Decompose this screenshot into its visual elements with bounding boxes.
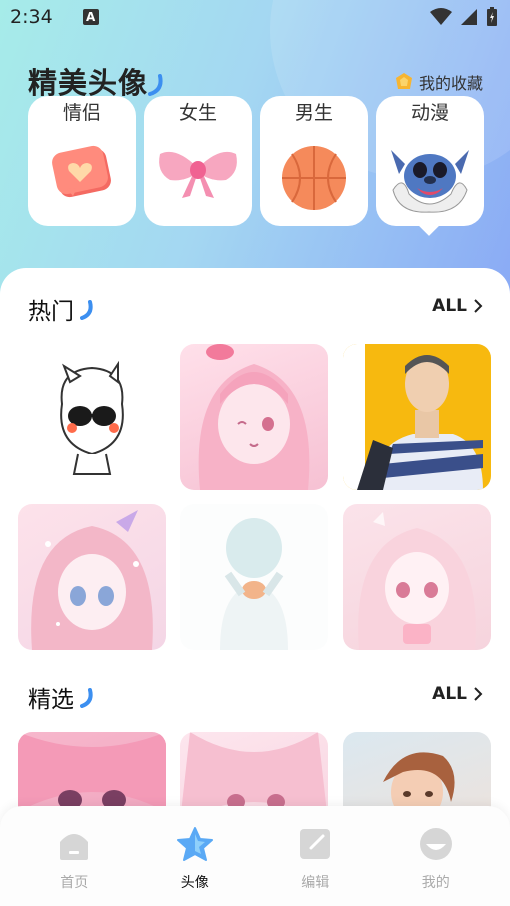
star-icon	[176, 827, 213, 861]
crown-badge-icon	[395, 73, 412, 89]
category-anime[interactable]: 动漫	[376, 96, 484, 226]
notification-a-icon: A	[82, 9, 99, 25]
nav-label: 编辑	[301, 875, 330, 891]
pink-hair-girl-avatar	[358, 512, 476, 650]
avatar-thumb[interactable]	[180, 344, 328, 490]
section-accent-arc	[80, 688, 93, 708]
home-icon	[60, 834, 89, 860]
category-girl[interactable]: 女生	[144, 96, 252, 226]
profile-icon	[419, 828, 452, 860]
boy-watercolor-avatar	[220, 518, 288, 650]
favorites-button[interactable]: 我的收藏	[394, 70, 483, 94]
pink-bow-icon	[159, 151, 237, 198]
male-illustration-avatar	[343, 344, 483, 490]
avatar-thumb[interactable]	[18, 344, 166, 490]
bottom-nav: 首页 头像 编辑 我的	[0, 806, 510, 906]
pink-anime-girl-avatar	[198, 344, 310, 490]
category-boy[interactable]: 男生	[260, 96, 368, 226]
avatar-thumb[interactable]	[180, 504, 328, 650]
category-label: 男生	[294, 102, 333, 124]
category-couple[interactable]: 情侣	[28, 96, 136, 226]
header: 精美头像 我的收藏	[28, 60, 483, 100]
avatar-thumb[interactable]	[18, 504, 166, 650]
chevron-right-icon	[474, 299, 483, 313]
stitch-cartoon-icon	[391, 150, 469, 213]
chevron-right-icon	[474, 687, 483, 701]
heart-badge-icon	[52, 145, 111, 198]
featured-all-link[interactable]: ALL	[432, 684, 483, 704]
section-title-featured: 精选	[28, 687, 74, 713]
featured-section-header: 精选 ALL	[28, 680, 483, 713]
status-time: 2:34	[10, 6, 53, 28]
nav-label: 我的	[421, 875, 450, 891]
category-label: 情侣	[62, 102, 101, 124]
avatar-thumb[interactable]	[343, 504, 491, 650]
sparkle-anime-girl-avatar	[31, 510, 153, 650]
category-label: 女生	[178, 102, 217, 124]
category-label: 动漫	[410, 102, 449, 124]
avatar-thumb[interactable]	[343, 344, 491, 490]
hot-section-header: 热门 ALL	[28, 292, 483, 325]
nav-edit[interactable]: 编辑	[265, 806, 365, 906]
basketball-icon	[282, 146, 346, 210]
wifi-icon	[430, 8, 452, 25]
nav-home[interactable]: 首页	[24, 806, 124, 906]
all-label: ALL	[432, 296, 467, 316]
section-accent-arc	[80, 300, 93, 320]
nav-profile[interactable]: 我的	[386, 806, 486, 906]
hot-all-link[interactable]: ALL	[432, 296, 483, 316]
edit-icon	[300, 829, 331, 859]
nav-avatar[interactable]: 头像	[145, 806, 245, 906]
favorites-label: 我的收藏	[418, 74, 483, 93]
nav-label: 头像	[180, 875, 209, 891]
status-bar: 2:34 A	[0, 0, 510, 34]
status-icons	[430, 7, 498, 27]
page-title: 精美头像	[28, 66, 149, 100]
signal-icon	[461, 9, 477, 25]
category-row: 情侣 女生 男生 动漫	[28, 96, 484, 226]
nav-label: 首页	[60, 875, 89, 891]
all-label: ALL	[432, 684, 467, 704]
battery-icon	[487, 7, 497, 26]
title-accent-arc	[148, 74, 163, 96]
chibi-cat-avatar	[60, 360, 124, 475]
section-title-hot: 热门	[28, 299, 74, 325]
